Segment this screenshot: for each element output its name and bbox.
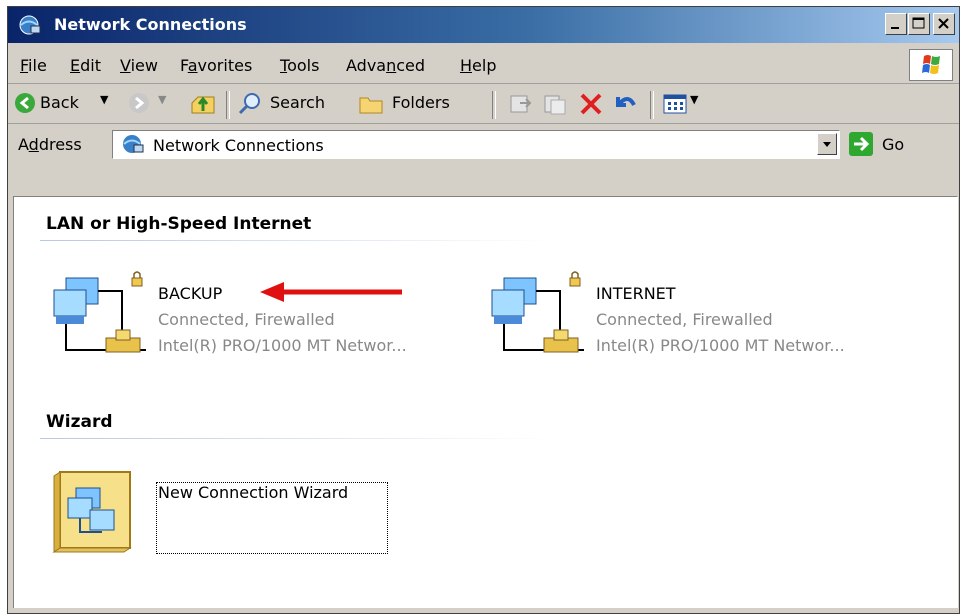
menu-help[interactable]: Help: [460, 56, 496, 75]
toolbar-separator: [226, 91, 230, 119]
address-dropdown-button[interactable]: [817, 133, 837, 155]
menu-edit[interactable]: Edit: [70, 56, 101, 75]
close-button[interactable]: [933, 13, 955, 35]
minimize-button[interactable]: [885, 13, 907, 35]
views-dropdown-icon: ▼: [690, 93, 699, 106]
views-icon: [663, 94, 687, 114]
wizard-group-heading: Wizard: [46, 412, 113, 432]
back-button[interactable]: Back ▼: [14, 91, 118, 117]
status-edge: [13, 608, 958, 610]
menu-favorites[interactable]: Favorites: [180, 56, 252, 75]
connection-name: INTERNET: [596, 284, 676, 303]
windows-logo-icon: [909, 49, 953, 81]
lan-connection-icon: [491, 271, 584, 353]
lan-group-divider: [40, 240, 552, 241]
menu-view[interactable]: View: [120, 56, 158, 75]
wizard-group-divider: [40, 438, 552, 439]
views-button[interactable]: ▼: [662, 91, 708, 117]
go-label: Go: [882, 135, 905, 154]
address-bar: Address Network Connections Go: [8, 125, 959, 163]
toolbar-separator: [650, 91, 654, 119]
menu-tools[interactable]: Tools: [280, 56, 319, 75]
standard-toolbar: Back ▼ ▼ Search Folders ▼: [8, 85, 959, 124]
forward-arrow-icon: [129, 93, 149, 113]
new-connection-wizard-icon: [52, 471, 132, 553]
chevron-down-icon: [823, 142, 831, 147]
move-to-icon[interactable]: [508, 91, 534, 117]
search-label: Search: [270, 93, 325, 112]
lan-group-heading: LAN or High-Speed Internet: [46, 214, 312, 234]
address-label: Address: [18, 135, 82, 154]
connection-item-internet[interactable]: INTERNET Connected, Firewalled Intel(R) …: [484, 268, 924, 368]
back-arrow-icon: [15, 93, 35, 113]
connection-device: Intel(R) PRO/1000 MT Networ...: [158, 336, 407, 355]
up-folder-icon[interactable]: [190, 91, 216, 117]
go-button[interactable]: Go: [848, 131, 918, 159]
network-connections-icon: [19, 15, 41, 35]
address-value: Network Connections: [153, 136, 324, 155]
connection-status: Connected, Firewalled: [158, 310, 335, 329]
close-icon: [938, 18, 949, 29]
delete-icon[interactable]: [578, 91, 604, 117]
connection-device: Intel(R) PRO/1000 MT Networ...: [596, 336, 845, 355]
minimize-icon: [891, 27, 899, 29]
search-button[interactable]: Search: [238, 91, 348, 117]
search-icon: [238, 93, 260, 115]
menu-file[interactable]: File: [20, 56, 47, 75]
forward-dropdown-icon[interactable]: ▼: [158, 93, 166, 106]
go-arrow-icon: [849, 132, 873, 156]
folders-label: Folders: [392, 93, 450, 112]
new-connection-wizard-label[interactable]: New Connection Wizard: [156, 482, 388, 554]
forward-button[interactable]: ▼: [128, 91, 180, 117]
menu-bar: File Edit View Favorites Tools Advanced …: [8, 47, 959, 84]
address-field[interactable]: Network Connections: [112, 130, 840, 159]
copy-to-icon[interactable]: [542, 91, 568, 117]
undo-icon[interactable]: [612, 91, 638, 117]
maximize-icon: [912, 17, 925, 29]
folders-icon: [359, 97, 383, 114]
menu-advanced[interactable]: Advanced: [346, 56, 425, 75]
wizard-name: New Connection Wizard: [158, 483, 349, 502]
maximize-button[interactable]: [908, 13, 930, 35]
network-connections-icon: [123, 135, 144, 153]
connection-status: Connected, Firewalled: [596, 310, 773, 329]
back-label: Back: [40, 93, 79, 112]
window-title: Network Connections: [54, 15, 247, 34]
connection-name: BACKUP: [158, 284, 223, 303]
folders-button[interactable]: Folders: [358, 91, 478, 117]
title-bar[interactable]: Network Connections: [8, 7, 959, 43]
lan-connection-icon: [53, 271, 146, 353]
toolbar-separator: [492, 91, 496, 119]
annotation-arrow-icon: [260, 282, 402, 302]
back-dropdown-icon[interactable]: ▼: [100, 93, 108, 106]
